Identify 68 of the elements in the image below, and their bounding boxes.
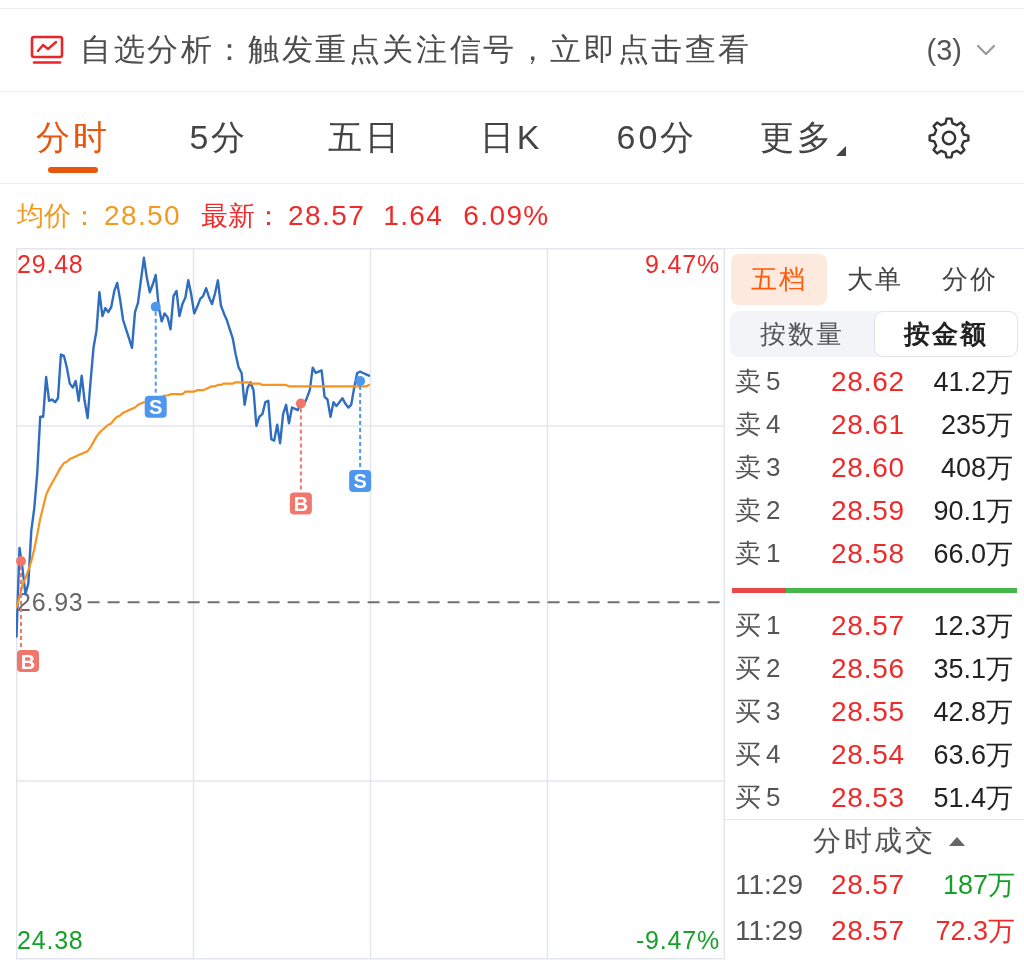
ask-price: 28.61 [829,408,905,441]
period-tab[interactable]: 日K [438,92,584,183]
bid-price: 28.56 [829,652,905,685]
point [295,398,306,409]
period-tab[interactable]: 分时 [0,92,146,183]
trades-toggle[interactable]: 分时成交 [813,822,965,860]
bid-volume: 51.4万 [932,781,1013,815]
bid-price: 28.55 [829,695,905,728]
depth-tab[interactable]: 分价 [922,254,1018,305]
percent-axis-label: -9.47% [636,925,720,954]
ask-volume: 90.1万 [932,494,1013,528]
bid-volume: 42.8万 [932,695,1013,729]
trade-time: 11:29 [735,915,804,947]
ask-price: 28.59 [829,494,905,527]
bid-volume: 12.3万 [932,609,1013,643]
ask-level-label: 卖4 [735,408,787,441]
bid-level-label: 买4 [735,738,787,771]
point [150,301,161,312]
bid-price: 28.54 [829,738,905,771]
bid-volume: 35.1万 [932,652,1013,686]
price-change-percent: 6.09% [463,200,550,232]
latest-price-label: 最新： [201,200,283,233]
trade-price: 28.57 [829,869,905,901]
more-menu-tab[interactable]: 更多 [730,92,876,183]
average-price-label: 均价： [17,200,98,233]
settings-icon [928,116,970,159]
caret-up-icon [949,836,965,846]
period-tab[interactable]: 五日 [292,92,438,183]
period-tab[interactable]: 60分 [584,92,730,183]
price-axis-label: 24.38 [17,925,84,954]
ask-level-label: 卖2 [735,494,787,527]
latest-price-value: 28.57 [288,200,366,232]
trade-time: 11:29 [735,869,804,901]
price-change-value: 1.64 [383,200,444,232]
ask-price: 28.60 [829,451,905,484]
trade-volume: 72.3万 [934,915,1015,948]
ask-volume: 41.2万 [932,365,1013,399]
mode-option[interactable]: 按金额 [874,311,1018,357]
bid-volume: 63.6万 [932,738,1013,772]
bid-level-label: 买2 [735,652,787,685]
bid-price: 28.53 [829,781,905,814]
ask-level-label: 卖3 [735,451,787,484]
trade-price: 28.57 [829,915,905,947]
bid-level-label: 买3 [735,695,787,728]
ask-volume: 235万 [939,408,1013,442]
mode-option[interactable]: 按数量 [730,311,874,357]
depth-tab[interactable]: 大单 [826,254,923,305]
chevron-down-icon[interactable] [976,44,996,56]
ask-price: 28.62 [829,365,905,398]
notice-text[interactable]: 自选分析：触发重点关注信号，立即点击查看 [80,29,927,71]
ask-level-label: 卖5 [735,365,787,398]
percent-axis-label: 9.47% [645,250,720,279]
caret-icon [836,146,846,156]
price-axis-label: 29.48 [17,250,84,279]
bid-level-label: 买5 [735,781,787,814]
ask-price: 28.58 [829,537,905,570]
chart-monitor-icon [30,35,64,65]
bid-price: 28.57 [829,609,905,642]
ask-volume: 66.0万 [932,537,1013,571]
notice-count: (3) [926,33,962,67]
point [16,556,26,567]
ask-level-label: 卖1 [735,537,787,570]
ask-volume: 408万 [939,451,1013,485]
point [355,375,366,386]
bid-level-label: 买1 [735,609,787,642]
trade-volume: 187万 [941,869,1015,902]
period-tab[interactable]: 5分 [146,92,292,183]
average-price-value: 28.50 [104,200,182,232]
